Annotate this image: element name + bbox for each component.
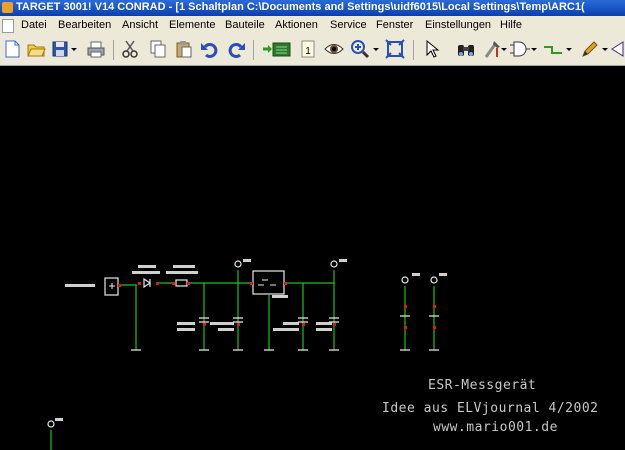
tools-icon[interactable] [482, 39, 502, 59]
gate-dropdown-icon[interactable] [530, 39, 538, 59]
wire-icon[interactable] [543, 39, 563, 59]
main-toolbar: 1 [0, 35, 625, 66]
redo-icon[interactable] [226, 39, 246, 59]
schematic-credit-text: Idee aus ELVjournal 4/2002 [382, 401, 599, 416]
copy-icon[interactable] [148, 39, 168, 59]
toolbar-separator [113, 40, 114, 60]
menu-elemente[interactable]: Elemente [169, 19, 215, 31]
menu-bauteile[interactable]: Bauteile [225, 19, 265, 31]
menu-aktionen[interactable]: Aktionen [275, 19, 318, 31]
pen-draw-icon[interactable] [580, 39, 600, 59]
nav-arrow-icon[interactable] [610, 39, 625, 59]
title-bar: TARGET 3001! V14 CONRAD - [1 Schaltplan … [0, 0, 625, 16]
document-icon[interactable] [2, 19, 14, 33]
menu-datei[interactable]: Datei [21, 19, 47, 31]
zoom-fit-icon[interactable] [385, 39, 405, 59]
pointer-select-icon[interactable] [422, 39, 442, 59]
menu-hilfe[interactable]: Hilfe [500, 19, 522, 31]
toolbar-separator [253, 40, 254, 60]
paste-icon[interactable] [174, 39, 194, 59]
print-icon[interactable] [86, 39, 106, 59]
save-disk-icon[interactable] [50, 39, 70, 59]
window-title: TARGET 3001! V14 CONRAD - [1 Schaltplan … [16, 1, 585, 13]
menu-fenster[interactable]: Fenster [376, 19, 413, 31]
component-import-icon[interactable] [262, 39, 292, 59]
toolbar-separator [413, 40, 414, 60]
undo-icon[interactable] [200, 39, 220, 59]
wires [50, 270, 435, 450]
menu-service[interactable]: Service [330, 19, 367, 31]
binoculars-find-icon[interactable] [456, 39, 476, 59]
schematic-title-text: ESR-Messgerät [428, 378, 537, 393]
eye-view-icon[interactable] [324, 39, 344, 59]
logic-gate-icon[interactable] [510, 39, 530, 59]
menu-einstellungen[interactable]: Einstellungen [425, 19, 491, 31]
wire-dropdown-icon[interactable] [565, 39, 573, 59]
tools-dropdown-icon[interactable] [500, 39, 508, 59]
schematic-url-text: www.mario001.de [433, 420, 558, 435]
schematic-canvas[interactable]: ESR-Messgerät Idee aus ELVjournal 4/2002… [0, 66, 625, 450]
menu-ansicht[interactable]: Ansicht [122, 19, 158, 31]
pins [118, 282, 436, 329]
components [47, 260, 439, 428]
pen-dropdown-icon[interactable] [601, 39, 609, 59]
save-dropdown-icon[interactable] [70, 39, 78, 59]
new-document-icon[interactable] [2, 39, 22, 59]
menu-bar: Datei Bearbeiten Ansicht Elemente Bautei… [0, 16, 625, 35]
zoom-dropdown-icon[interactable] [372, 39, 380, 59]
app-icon [2, 2, 13, 13]
cut-icon[interactable] [120, 39, 140, 59]
svg-text:1: 1 [305, 46, 311, 57]
menu-bearbeiten[interactable]: Bearbeiten [58, 19, 111, 31]
page-one-icon[interactable]: 1 [298, 39, 318, 59]
zoom-in-icon[interactable] [350, 39, 370, 59]
open-folder-icon[interactable] [26, 39, 46, 59]
